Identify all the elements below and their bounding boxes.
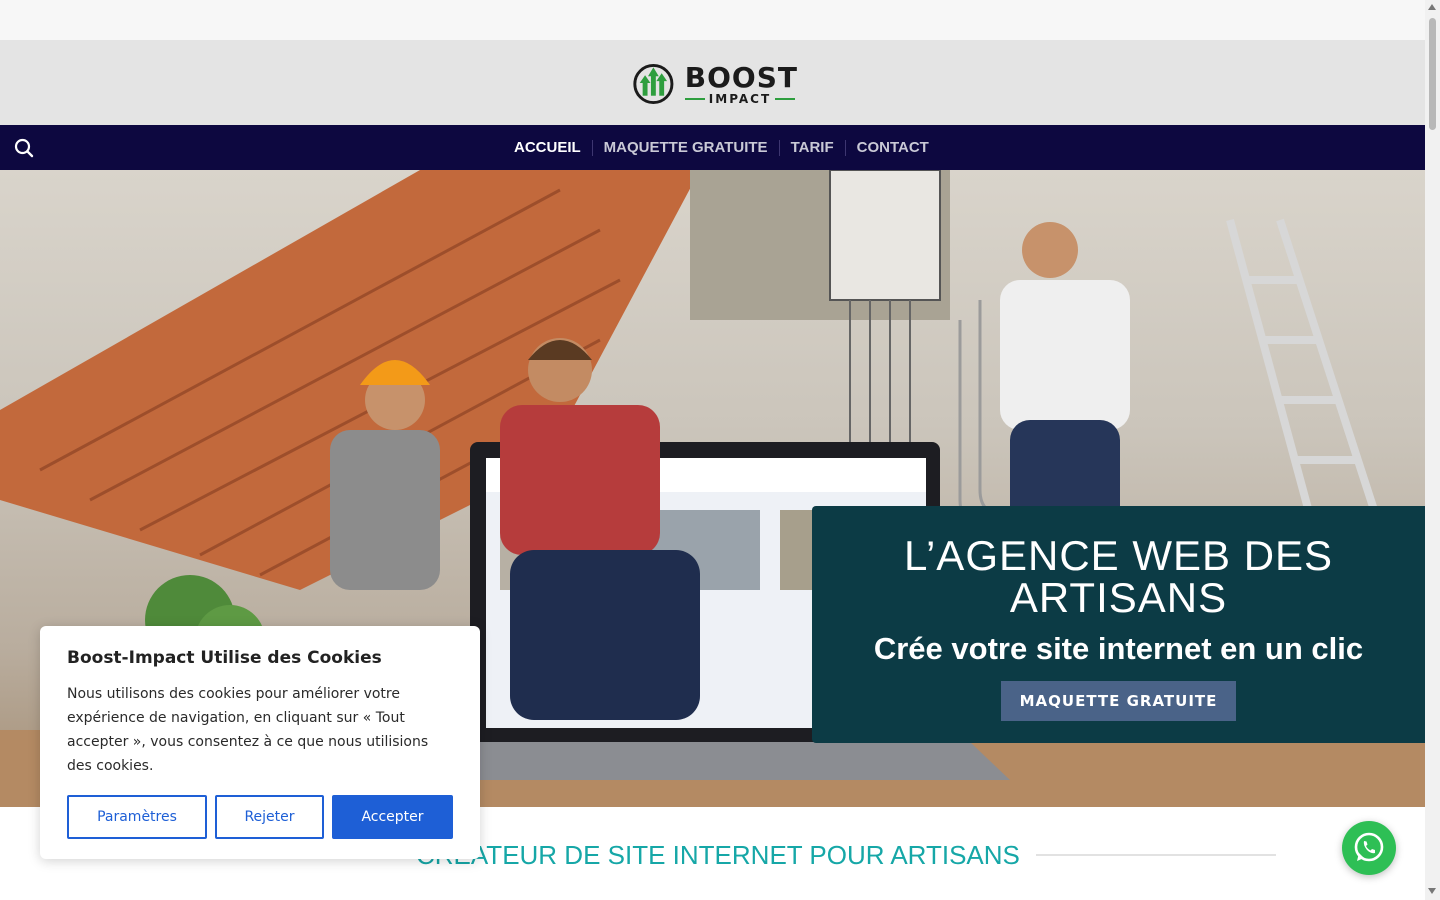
whatsapp-button[interactable] <box>1342 821 1396 875</box>
hero-maquette-gratuite-button[interactable]: MAQUETTE GRATUITE <box>1000 681 1237 721</box>
cookie-buttons: Paramètres Rejeter Accepter <box>67 795 453 839</box>
cookie-settings-button[interactable]: Paramètres <box>67 795 207 839</box>
hero-title: L’AGENCE WEB DES ARTISANS <box>903 532 1334 621</box>
nav-item-maquette-gratuite[interactable]: MAQUETTE GRATUITE <box>591 139 779 156</box>
cookie-reject-button[interactable]: Rejeter <box>215 795 324 839</box>
page-scrollbar[interactable] <box>1425 0 1440 900</box>
search-icon <box>14 138 34 158</box>
logo-line-right <box>775 97 796 100</box>
hero-text-box: L’AGENCE WEB DES ARTISANS Crée votre sit… <box>812 506 1425 743</box>
site-logo[interactable]: BOOST IMPACT <box>628 62 798 106</box>
section-divider <box>1035 854 1276 856</box>
cookie-banner: Boost-Impact Utilise des Cookies Nous ut… <box>40 626 480 859</box>
search-button[interactable] <box>12 136 36 160</box>
logo-arrows-icon <box>633 63 674 105</box>
section-title: CRÉATEUR DE SITE INTERNET POUR ARTISANS <box>416 839 1020 870</box>
site-header: BOOST IMPACT <box>0 40 1425 125</box>
scroll-up-arrow-icon[interactable] <box>1428 4 1436 10</box>
scrollbar-thumb[interactable] <box>1429 18 1436 130</box>
cookie-title: Boost-Impact Utilise des Cookies <box>67 648 382 668</box>
logo-line-left <box>684 97 705 100</box>
logo-impact-row: IMPACT <box>684 91 798 106</box>
nav-item-accueil[interactable]: ACCUEIL <box>503 139 592 156</box>
logo-text: BOOST IMPACT <box>684 60 798 106</box>
cookie-text: Nous utilisons des cookies pour améliore… <box>67 686 429 774</box>
top-bar <box>0 0 1425 40</box>
nav-item-contact[interactable]: CONTACT <box>844 139 940 156</box>
hero-subtitle: Crée votre site internet en un clic <box>873 631 1364 666</box>
logo-word-impact: IMPACT <box>708 91 772 106</box>
nav-menu: ACCUEIL MAQUETTE GRATUITE TARIF CONTACT <box>503 125 940 170</box>
cookie-accept-button[interactable]: Accepter <box>332 795 453 839</box>
whatsapp-icon <box>1354 832 1384 862</box>
scroll-down-arrow-icon[interactable] <box>1428 888 1436 894</box>
main-navigation: ACCUEIL MAQUETTE GRATUITE TARIF CONTACT <box>0 125 1425 170</box>
section-heading: CRÉATEUR DE SITE INTERNET POUR ARTISANS <box>416 838 1276 872</box>
logo-word-boost: BOOST <box>684 60 798 94</box>
nav-item-tarif[interactable]: TARIF <box>778 139 845 156</box>
